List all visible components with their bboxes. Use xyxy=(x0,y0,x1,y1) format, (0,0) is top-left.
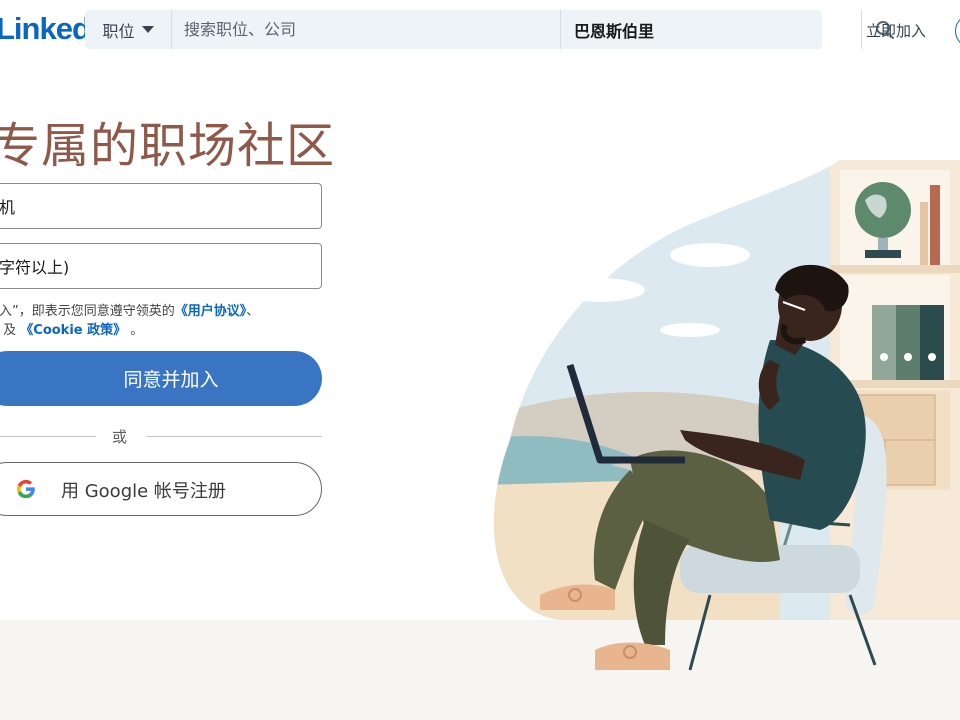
keyword-field[interactable] xyxy=(172,10,561,49)
cookie-policy-link[interactable]: 《Cookie 政策》 xyxy=(20,323,126,338)
password-field[interactable]: 字符以上) xyxy=(0,243,322,289)
google-signup-button[interactable]: 用 Google 帐号注册 xyxy=(0,462,322,516)
divider-line-left xyxy=(0,436,96,437)
caret-down-icon xyxy=(141,26,154,33)
password-hint: 字符以上) xyxy=(0,258,70,277)
divider-line-right xyxy=(146,436,322,437)
terms-prefix: 加入”，即表示您同意遵守领英的 xyxy=(0,304,175,319)
location-input[interactable] xyxy=(572,19,861,40)
category-label: 职位 xyxy=(102,21,135,41)
keyword-input[interactable] xyxy=(182,19,560,40)
top-nav: Linked in 职位 立即加入 xyxy=(0,0,960,60)
sign-in-button[interactable] xyxy=(955,14,960,48)
google-icon xyxy=(16,479,35,499)
category-dropdown[interactable]: 职位 xyxy=(85,10,172,49)
or-label: 或 xyxy=(112,428,128,446)
join-now-link[interactable]: 立即加入 xyxy=(866,20,926,41)
search-bar: 职位 xyxy=(85,10,894,49)
phone-email-value: 机 xyxy=(0,198,16,217)
location-field[interactable] xyxy=(562,10,862,49)
logo-text: Linked xyxy=(0,11,91,46)
terms-line2-start: 》 及 xyxy=(0,323,17,338)
or-divider: 或 xyxy=(0,426,322,446)
terms-notice: 加入”，即表示您同意遵守领英的《用户协议》、 》 及 《Cookie 政策》 。 xyxy=(0,302,322,340)
hero-illustration xyxy=(494,160,960,671)
agree-join-button[interactable]: 同意并加入 xyxy=(0,351,322,406)
terms-end: 。 xyxy=(130,323,144,338)
google-signup-label: 用 Google 帐号注册 xyxy=(61,481,226,502)
user-agreement-link[interactable]: 《用户协议》 xyxy=(175,304,247,319)
phone-email-field[interactable]: 机 xyxy=(0,183,322,229)
terms-separator: 、 xyxy=(246,304,260,319)
page-title: 专属的职场社区 xyxy=(0,118,336,174)
